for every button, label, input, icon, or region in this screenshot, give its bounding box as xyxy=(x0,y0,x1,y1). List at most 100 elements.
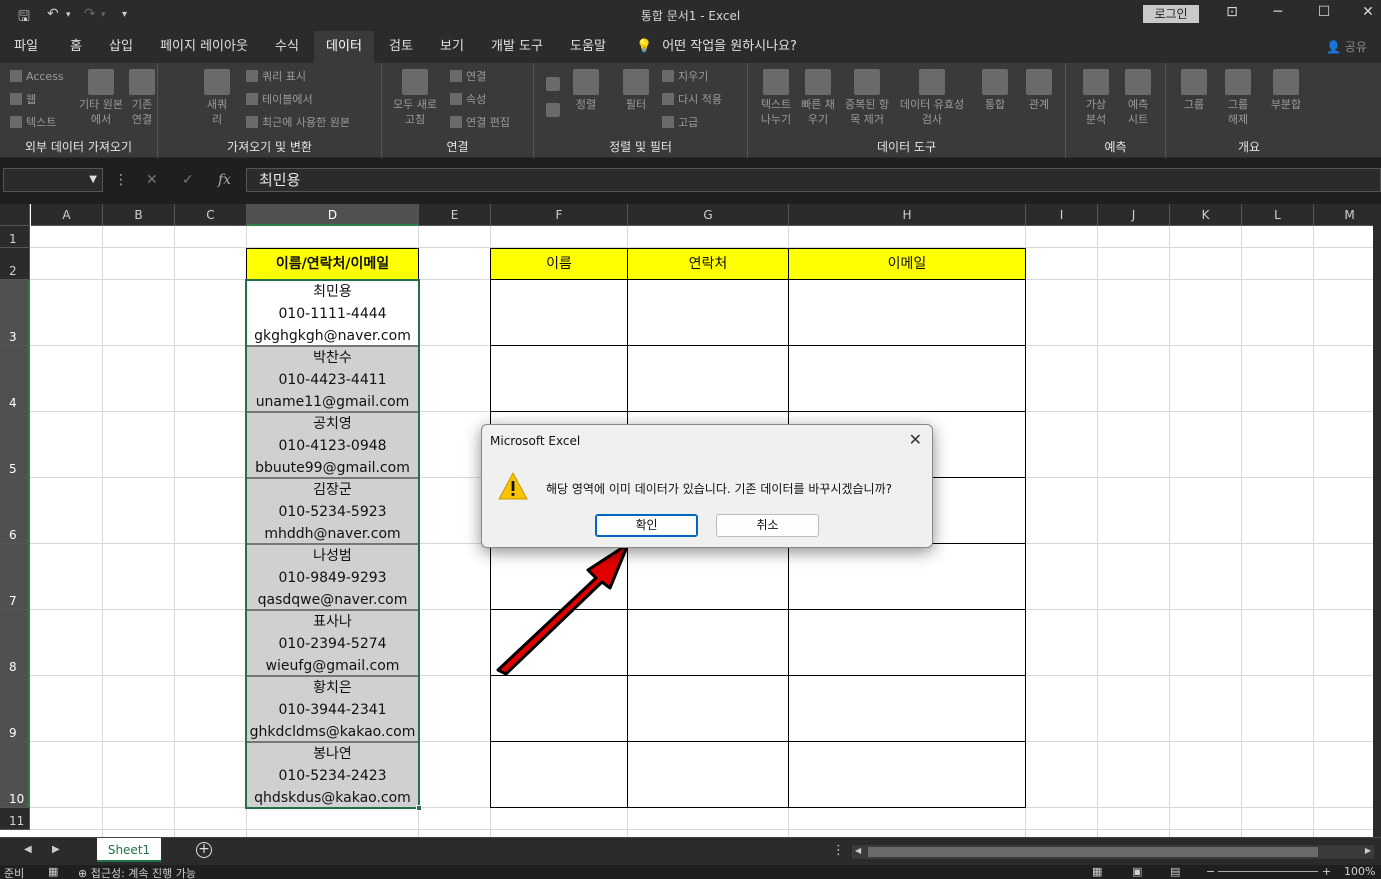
ok-button[interactable]: 확인 xyxy=(595,514,698,537)
filter-button[interactable]: 필터 xyxy=(620,69,652,112)
sheet-tab-sheet1[interactable]: Sheet1 xyxy=(97,838,161,862)
horizontal-scrollbar[interactable]: ◀ ▶ xyxy=(852,845,1374,859)
connections-button[interactable]: 연결 xyxy=(450,69,486,84)
tab-insert[interactable]: 삽입 xyxy=(100,31,142,63)
cell-g2-header-phone[interactable]: 연락처 xyxy=(627,248,789,280)
data-validation-button[interactable]: 데이터 유효성 검사 xyxy=(898,69,966,127)
save-icon[interactable]: 🖫 xyxy=(18,6,30,30)
column-header-h[interactable]: H xyxy=(789,204,1026,226)
row-header-3[interactable]: 3 xyxy=(0,280,30,346)
close-icon[interactable]: ✕ xyxy=(909,430,922,449)
customize-qat-icon[interactable]: ▾ xyxy=(122,9,127,20)
row-header-10[interactable]: 10 xyxy=(0,742,30,808)
web-button[interactable]: 웹 xyxy=(10,92,36,107)
redo-icon[interactable]: ↷ xyxy=(84,6,96,22)
close-window-icon[interactable]: ✕ xyxy=(1348,4,1381,26)
flash-fill-button[interactable]: 빠른 채우기 xyxy=(798,69,838,127)
cell-f2-header-name[interactable]: 이름 xyxy=(490,248,628,280)
cell-d6[interactable]: 김장군 010-5234-5923 mhddh@naver.com xyxy=(246,478,419,544)
row-header-7[interactable]: 7 xyxy=(0,544,30,610)
enter-icon[interactable]: ✓ xyxy=(182,172,194,188)
tab-developer[interactable]: 개발 도구 xyxy=(484,31,550,63)
zoom-in-icon[interactable]: + xyxy=(1322,865,1331,878)
undo-icon[interactable]: ↶ xyxy=(47,6,59,22)
text-to-columns-button[interactable]: 텍스트 나누기 xyxy=(756,69,796,127)
column-header-b[interactable]: B xyxy=(103,204,175,226)
scroll-right-icon[interactable]: ▶ xyxy=(1365,846,1371,855)
cell-d3[interactable]: 최민용 010-1111-4444 gkghgkgh@naver.com xyxy=(246,280,419,346)
sort-asc-button[interactable] xyxy=(544,77,562,93)
insert-function-icon[interactable]: fx xyxy=(218,172,231,188)
properties-button[interactable]: 속성 xyxy=(450,92,486,107)
normal-view-icon[interactable]: ▦ xyxy=(1092,865,1102,878)
chevron-down-icon[interactable]: ▼ xyxy=(89,174,97,185)
tab-help[interactable]: 도움말 xyxy=(562,31,614,63)
tell-me-search[interactable]: 💡 어떤 작업을 원하시나요? xyxy=(636,31,797,63)
tab-page-layout[interactable]: 페이지 레이아웃 xyxy=(154,31,254,63)
sort-button[interactable]: 정렬 xyxy=(570,69,602,112)
ungroup-button[interactable]: 그룹 해제 xyxy=(1222,69,1254,127)
page-layout-view-icon[interactable]: ▣ xyxy=(1132,865,1142,878)
tab-home[interactable]: 홈 xyxy=(58,31,94,63)
maximize-icon[interactable]: ☐ xyxy=(1304,4,1344,26)
column-header-k[interactable]: K xyxy=(1170,204,1242,226)
refresh-all-button[interactable]: 모두 새로 고침 xyxy=(390,69,440,127)
clear-filter-button[interactable]: 지우기 xyxy=(662,69,708,84)
column-header-m[interactable]: M xyxy=(1314,204,1373,226)
formula-input[interactable]: 최민용 xyxy=(246,168,1381,192)
consolidate-button[interactable]: 통합 xyxy=(976,69,1014,112)
row-header-11[interactable]: 11 xyxy=(0,808,30,830)
remove-duplicates-button[interactable]: 중복된 항목 제거 xyxy=(840,69,894,127)
recent-sources-button[interactable]: 최근에 사용한 원본 xyxy=(246,115,350,130)
column-header-a[interactable]: A xyxy=(31,204,103,226)
cell-d9[interactable]: 황치은 010-3944-2341 ghkdcldms@kakao.com xyxy=(246,676,419,742)
column-header-i[interactable]: I xyxy=(1026,204,1098,226)
cell-d2-header[interactable]: 이름/연락처/이메일 xyxy=(246,248,419,280)
tab-review[interactable]: 검토 xyxy=(380,31,422,63)
prev-sheet-icon[interactable]: ◀ xyxy=(24,844,32,855)
fill-handle[interactable] xyxy=(416,805,422,811)
cancel-icon[interactable]: ✕ xyxy=(146,172,158,188)
select-all-corner[interactable] xyxy=(0,204,30,226)
more-options-icon[interactable]: ⋮ xyxy=(114,172,128,188)
vertical-scrollbar[interactable] xyxy=(1373,204,1381,837)
subtotal-button[interactable]: 부분합 xyxy=(1264,69,1308,112)
row-header-1[interactable]: 1 xyxy=(0,226,30,248)
cell-d7[interactable]: 나성범 010-9849-9293 qasdqwe@naver.com xyxy=(246,544,419,610)
show-queries-button[interactable]: 쿼리 표시 xyxy=(246,69,306,84)
next-sheet-icon[interactable]: ▶ xyxy=(52,844,60,855)
row-header-8[interactable]: 8 xyxy=(0,610,30,676)
edit-links-button[interactable]: 연결 편집 xyxy=(450,115,510,130)
column-header-j[interactable]: J xyxy=(1098,204,1170,226)
cell-d5[interactable]: 공치영 010-4123-0948 bbuute99@gmail.com xyxy=(246,412,419,478)
cell-d8[interactable]: 표사나 010-2394-5274 wieufg@gmail.com xyxy=(246,610,419,676)
tab-data[interactable]: 데이터 xyxy=(314,31,374,63)
forecast-sheet-button[interactable]: 예측 시트 xyxy=(1122,69,1154,127)
login-button[interactable]: 로그인 xyxy=(1143,5,1199,23)
redo-dropdown-icon[interactable]: ▾ xyxy=(101,10,106,20)
zoom-slider[interactable] xyxy=(1218,871,1318,872)
column-header-c[interactable]: C xyxy=(175,204,247,226)
advanced-filter-button[interactable]: 고급 xyxy=(662,115,698,130)
row-header-5[interactable]: 5 xyxy=(0,412,30,478)
cell-h2-header-email[interactable]: 이메일 xyxy=(788,248,1026,280)
cancel-button[interactable]: 취소 xyxy=(716,514,819,537)
tab-view[interactable]: 보기 xyxy=(432,31,472,63)
zoom-out-icon[interactable]: − xyxy=(1206,865,1215,878)
existing-connections-button[interactable]: 기존 연결 xyxy=(128,69,156,127)
tab-file[interactable]: 파일 xyxy=(6,31,46,63)
from-table-button[interactable]: 테이블에서 xyxy=(246,92,313,107)
add-sheet-icon[interactable]: + xyxy=(196,842,212,858)
column-header-e[interactable]: E xyxy=(419,204,491,226)
text-button[interactable]: 텍스트 xyxy=(10,115,56,130)
what-if-button[interactable]: 가상 분석 xyxy=(1080,69,1112,127)
ribbon-display-icon[interactable]: ⊡ xyxy=(1212,4,1252,26)
name-box[interactable]: ▼ xyxy=(3,168,103,192)
cell-d4[interactable]: 박찬수 010-4423-4411 uname11@gmail.com xyxy=(246,346,419,412)
scroll-thumb[interactable] xyxy=(868,847,1318,857)
column-header-d[interactable]: D xyxy=(247,204,419,226)
access-button[interactable]: Access xyxy=(10,69,64,84)
column-header-f[interactable]: F xyxy=(491,204,628,226)
minimize-icon[interactable]: ─ xyxy=(1258,4,1298,26)
other-sources-button[interactable]: 기타 원본에서 xyxy=(78,69,124,127)
